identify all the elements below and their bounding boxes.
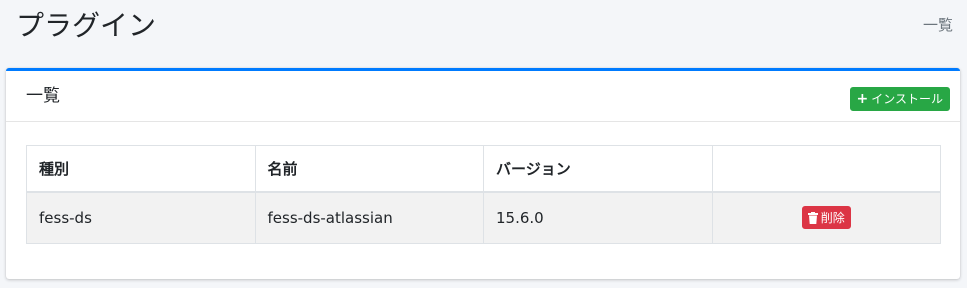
card-header: 一覧 + インストール [6,71,960,122]
cell-name: fess-ds-atlassian [254,191,484,244]
column-header-type: 種別 [26,145,256,193]
trash-icon [807,211,818,224]
table-header-row: 種別 名前 バージョン [26,145,941,193]
column-header-version: バージョン [483,145,713,193]
install-button[interactable]: + インストール [849,87,950,111]
column-header-name: 名前 [254,145,484,193]
delete-button-label: 削除 [820,211,845,225]
page-header: プラグイン 一覧 [0,0,967,60]
delete-button[interactable]: 削除 [801,206,851,229]
page-title: プラグイン [16,9,157,42]
plugin-table: 種別 名前 バージョン fess-ds fess-ds-atlassian 15… [26,145,941,244]
plugin-list-card: 一覧 + インストール 種別 名前 バージョン fess-ds fess-ds-… [6,68,960,279]
cell-version: 15.6.0 [483,191,713,244]
plus-icon: + [856,91,869,107]
install-button-label: インストール [871,92,943,106]
cell-actions: 削除 [711,191,941,244]
card-title: 一覧 [26,86,60,106]
breadcrumb[interactable]: 一覧 [923,14,953,36]
cell-type: fess-ds [26,191,256,244]
column-header-actions [711,145,941,193]
table-row: fess-ds fess-ds-atlassian 15.6.0 削除 [26,191,941,244]
